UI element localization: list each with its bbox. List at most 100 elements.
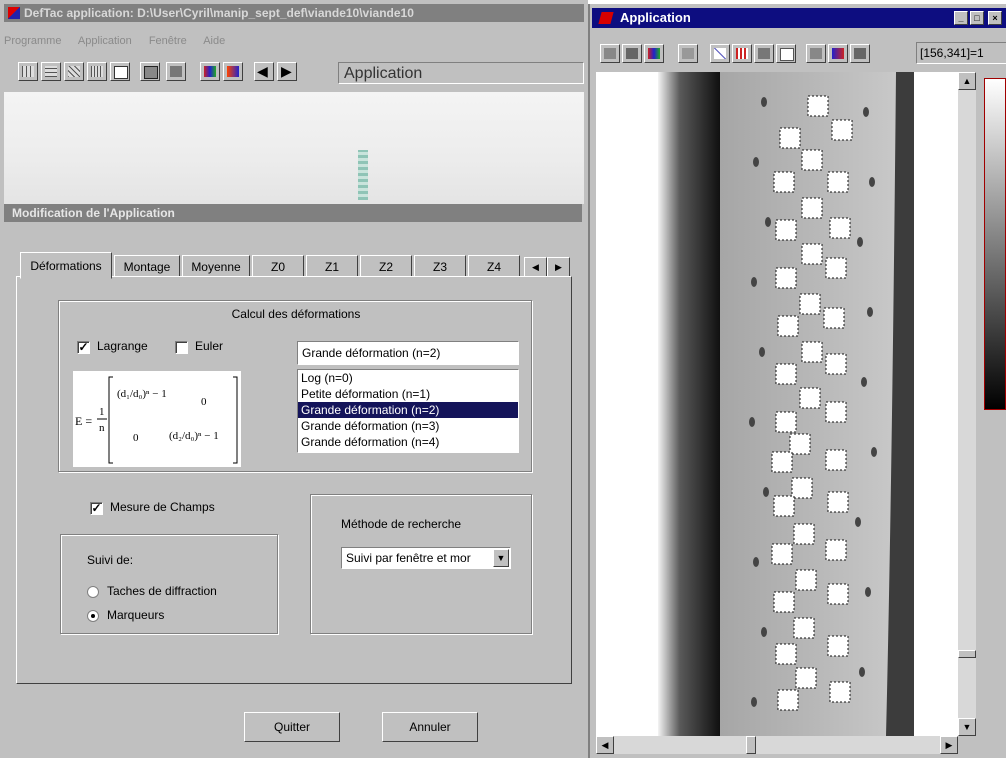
maximize-icon[interactable]: □ (970, 11, 984, 25)
modification-dialog: Modification de l'Application Déformatio… (4, 204, 582, 758)
euler-checkbox[interactable] (175, 341, 188, 354)
image-color-icon[interactable] (200, 62, 220, 81)
deformation-list[interactable]: Log (n=0) Petite déformation (n=1) Grand… (297, 369, 519, 453)
specimen-image-render (596, 72, 958, 736)
tab-z4[interactable]: Z4 (468, 255, 520, 277)
tab-deformations[interactable]: Déformations (20, 252, 112, 279)
marqueurs-label: Marqueurs (107, 608, 165, 622)
image-window: Application _ □ × [156,341]=1 ▲ ▼ ◀ ▶ (588, 4, 1006, 758)
list-item[interactable]: Petite déformation (n=1) (298, 386, 518, 402)
svg-text:E =: E = (75, 414, 92, 428)
menu-fenetre[interactable]: Fenêtre (149, 35, 187, 47)
methode-combo[interactable]: Suivi par fenêtre et mor ▼ (341, 547, 511, 569)
dialog-title[interactable]: Modification de l'Application (4, 204, 582, 222)
tab-scroll-left-icon[interactable]: ◀ (524, 257, 547, 277)
mesure-label: Mesure de Champs (110, 500, 215, 514)
methode-group: Méthode de recherche Suivi par fenêtre e… (310, 494, 532, 634)
book-icon[interactable] (850, 44, 870, 63)
minimize-icon[interactable]: _ (954, 11, 968, 25)
tab-montage[interactable]: Montage (114, 255, 180, 277)
vertical-scrollbar[interactable]: ▲ ▼ (958, 72, 976, 736)
deformation-select[interactable]: Grande déformation (n=2) (297, 341, 519, 365)
grid-tool-icon[interactable] (18, 62, 38, 81)
image-color-icon[interactable] (828, 44, 848, 63)
scroll-thumb-vertical[interactable] (958, 650, 976, 658)
image-title-bar[interactable]: Application _ □ × (592, 8, 1006, 28)
grid-tool-icon-3[interactable] (64, 62, 84, 81)
table-icon[interactable] (110, 62, 130, 81)
suivi-label: Suivi de: (87, 553, 134, 567)
euler-label: Euler (195, 339, 224, 353)
tab-moyenne[interactable]: Moyenne (182, 255, 250, 277)
app-icon (598, 12, 614, 24)
tab-z0[interactable]: Z0 (252, 255, 304, 277)
menu-programme[interactable]: Programme (4, 35, 61, 47)
main-window: DefTac application: D:\User\Cyril\manip_… (0, 0, 588, 758)
palette-icon[interactable] (223, 62, 243, 81)
book-icon[interactable] (166, 62, 186, 81)
horizontal-scrollbar[interactable]: ◀ ▶ (596, 736, 958, 754)
select-icon[interactable] (754, 44, 774, 63)
close-icon[interactable]: × (988, 11, 1002, 25)
tab-scroll-buttons: ◀ ▶ (524, 257, 570, 277)
image-window-title: Application (620, 10, 691, 25)
print-icon[interactable] (806, 44, 826, 63)
list-item[interactable]: Grande déformation (n=4) (298, 434, 518, 450)
image-tool-icon[interactable] (600, 44, 620, 63)
colorbar-panel (978, 72, 1006, 756)
tab-z3[interactable]: Z3 (414, 255, 466, 277)
radio-marqueurs[interactable] (87, 610, 99, 622)
tab-z2[interactable]: Z2 (360, 255, 412, 277)
menu-application[interactable]: Application (78, 35, 132, 47)
mesure-group: ✓ Mesure de Champs (60, 484, 278, 534)
scroll-right-icon[interactable]: ▶ (940, 736, 958, 754)
taches-label: Taches de diffraction (107, 584, 217, 598)
scroll-up-icon[interactable]: ▲ (958, 72, 976, 90)
scroll-left-icon[interactable]: ◀ (596, 736, 614, 754)
application-label-field: Application (338, 62, 584, 84)
menu-aide[interactable]: Aide (203, 35, 225, 47)
list-item[interactable]: Grande déformation (n=3) (298, 418, 518, 434)
grid-tool-icon-2[interactable] (41, 62, 61, 81)
svg-text:n: n (99, 422, 105, 434)
app-icon (8, 7, 20, 19)
chart-icon[interactable] (710, 44, 730, 63)
workspace-marker (358, 150, 368, 200)
palette-icon[interactable] (644, 44, 664, 63)
arrow-right-icon[interactable]: ▶ (277, 62, 297, 81)
arrow-left-icon[interactable]: ◀ (254, 62, 274, 81)
calcul-group-title: Calcul des déformations (231, 307, 361, 321)
strain-formula-image: E = 1 n (d₁/d₀)ⁿ − 1 0 0 (d₂/d₀)ⁿ − 1 (73, 371, 241, 467)
main-title-bar[interactable]: DefTac application: D:\User\Cyril\manip_… (4, 4, 584, 22)
scroll-down-icon[interactable]: ▼ (958, 718, 976, 736)
layers-icon[interactable] (678, 44, 698, 63)
mesure-checkbox[interactable]: ✓ (90, 502, 103, 515)
grid-tool-icon-4[interactable] (87, 62, 107, 81)
radio-taches[interactable] (87, 586, 99, 598)
menu-bar: Programme Application Fenêtre Aide (4, 33, 239, 49)
grayscale-colorbar (984, 78, 1006, 410)
zoom-icon[interactable] (776, 44, 796, 63)
suivi-group: Suivi de: Taches de diffraction Marqueur… (60, 534, 278, 634)
image-tool-icon-2[interactable] (622, 44, 642, 63)
list-item[interactable]: Log (n=0) (298, 370, 518, 386)
pixel-coordinate-readout: [156,341]=1 (916, 42, 1006, 64)
tab-z1[interactable]: Z1 (306, 255, 358, 277)
calculator-icon[interactable] (140, 62, 160, 81)
quit-button[interactable]: Quitter (244, 712, 340, 742)
cancel-button[interactable]: Annuler (382, 712, 478, 742)
specimen-image[interactable] (596, 72, 968, 736)
svg-text:0: 0 (133, 432, 139, 444)
svg-text:(d₂/d₀)ⁿ − 1: (d₂/d₀)ⁿ − 1 (169, 430, 219, 442)
svg-text:(d₁/d₀)ⁿ − 1: (d₁/d₀)ⁿ − 1 (117, 388, 167, 400)
lagrange-checkbox[interactable]: ✓ (77, 341, 90, 354)
svg-text:1: 1 (99, 406, 105, 418)
histogram-icon[interactable] (732, 44, 752, 63)
svg-text:0: 0 (201, 396, 207, 408)
methode-value: Suivi par fenêtre et mor (346, 551, 471, 565)
chevron-down-icon[interactable]: ▼ (493, 549, 509, 567)
list-item-selected[interactable]: Grande déformation (n=2) (298, 402, 518, 418)
lagrange-label: Lagrange (97, 339, 148, 353)
scroll-thumb-horizontal[interactable] (746, 736, 756, 754)
tab-scroll-right-icon[interactable]: ▶ (547, 257, 570, 277)
